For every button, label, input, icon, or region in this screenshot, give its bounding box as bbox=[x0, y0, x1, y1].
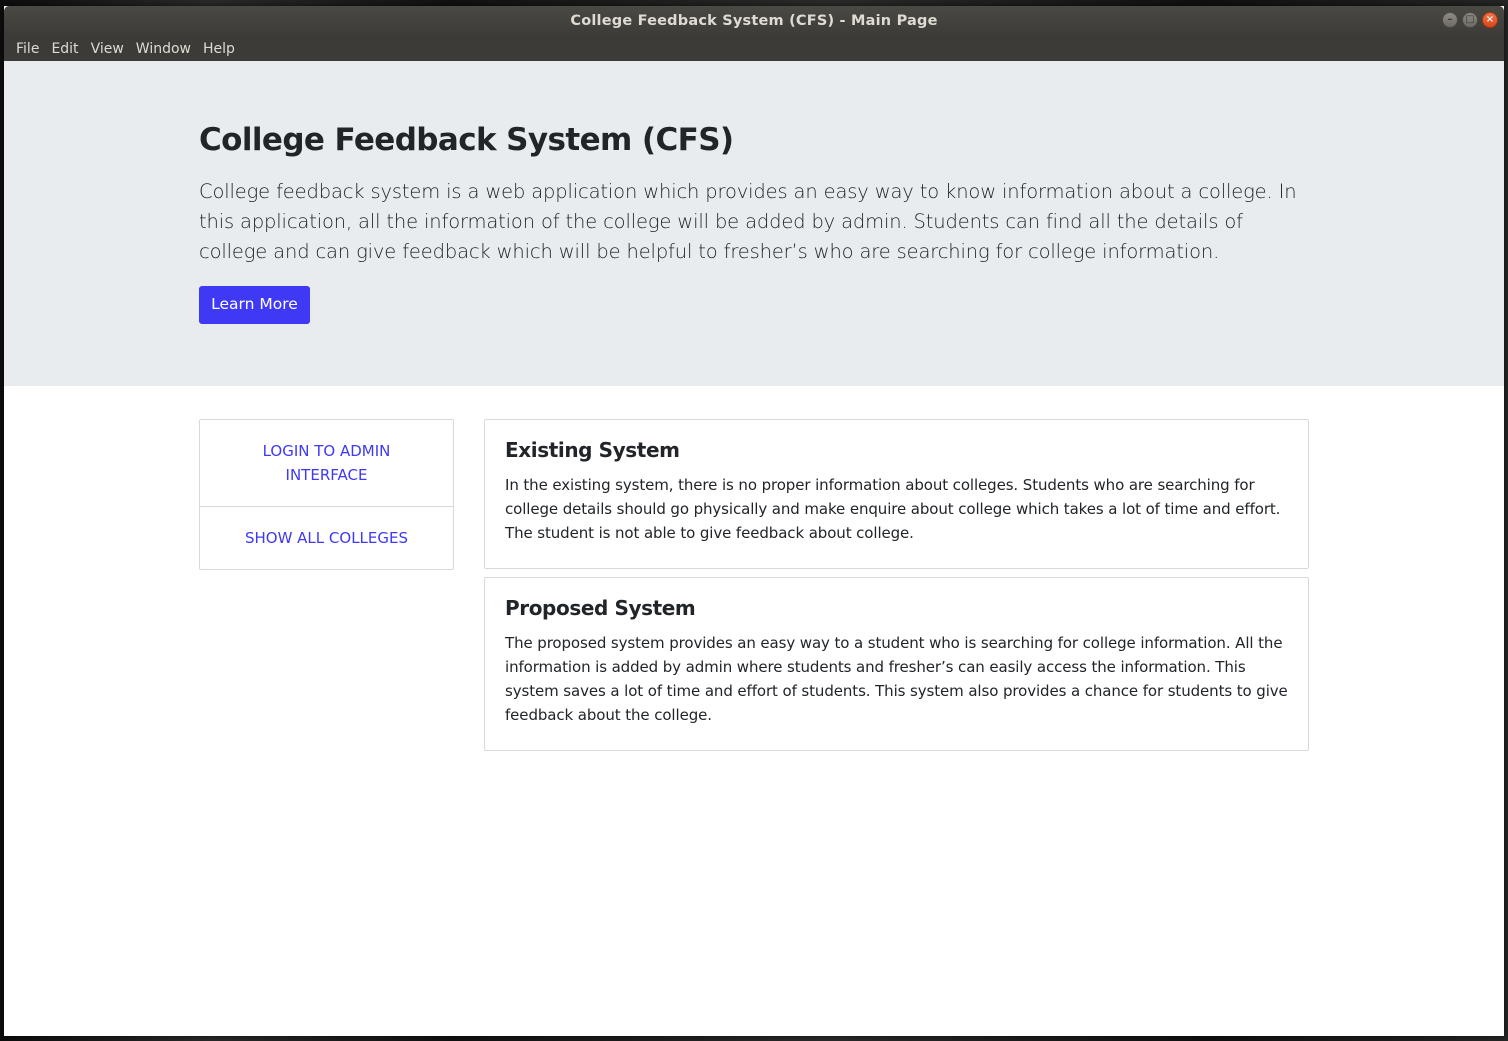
learn-more-button[interactable]: Learn More bbox=[199, 286, 310, 324]
page-content: College Feedback System (CFS) College fe… bbox=[4, 61, 1504, 1036]
card-text: The proposed system provides an easy way… bbox=[505, 634, 1288, 724]
lead-paragraph: College feedback system is a web applica… bbox=[199, 180, 1297, 263]
menu-view[interactable]: View bbox=[85, 41, 130, 57]
login-admin-link[interactable]: LOGIN TO ADMIN INTERFACE bbox=[200, 420, 453, 507]
menu-window[interactable]: Window bbox=[130, 41, 197, 57]
card-title: Proposed System bbox=[505, 596, 696, 620]
menu-help[interactable]: Help bbox=[197, 41, 241, 57]
show-all-colleges-link[interactable]: SHOW ALL COLLEGES bbox=[200, 507, 453, 569]
card-title: Existing System bbox=[505, 438, 680, 462]
sidebar-menu: LOGIN TO ADMIN INTERFACE SHOW ALL COLLEG… bbox=[199, 419, 454, 570]
window-title: College Feedback System (CFS) - Main Pag… bbox=[570, 13, 938, 29]
card-text: In the existing system, there is no prop… bbox=[505, 476, 1281, 542]
existing-system-card: Existing System In the existing system, … bbox=[484, 419, 1309, 569]
app-window: College Feedback System (CFS) - Main Pag… bbox=[4, 6, 1504, 1036]
minimize-icon[interactable]: – bbox=[1442, 12, 1458, 28]
main-section: LOGIN TO ADMIN INTERFACE SHOW ALL COLLEG… bbox=[4, 386, 1504, 1030]
jumbotron: College Feedback System (CFS) College fe… bbox=[4, 61, 1504, 386]
page-title: College Feedback System (CFS) bbox=[199, 122, 734, 158]
menu-file[interactable]: File bbox=[10, 41, 45, 57]
close-icon[interactable]: × bbox=[1482, 12, 1498, 28]
window-titlebar[interactable]: College Feedback System (CFS) - Main Pag… bbox=[4, 6, 1504, 36]
proposed-system-card: Proposed System The proposed system prov… bbox=[484, 577, 1309, 751]
menu-edit[interactable]: Edit bbox=[45, 41, 84, 57]
maximize-icon[interactable]: □ bbox=[1462, 12, 1478, 28]
menu-bar: File Edit View Window Help bbox=[4, 36, 1504, 61]
window-controls: – □ × bbox=[1442, 12, 1498, 28]
